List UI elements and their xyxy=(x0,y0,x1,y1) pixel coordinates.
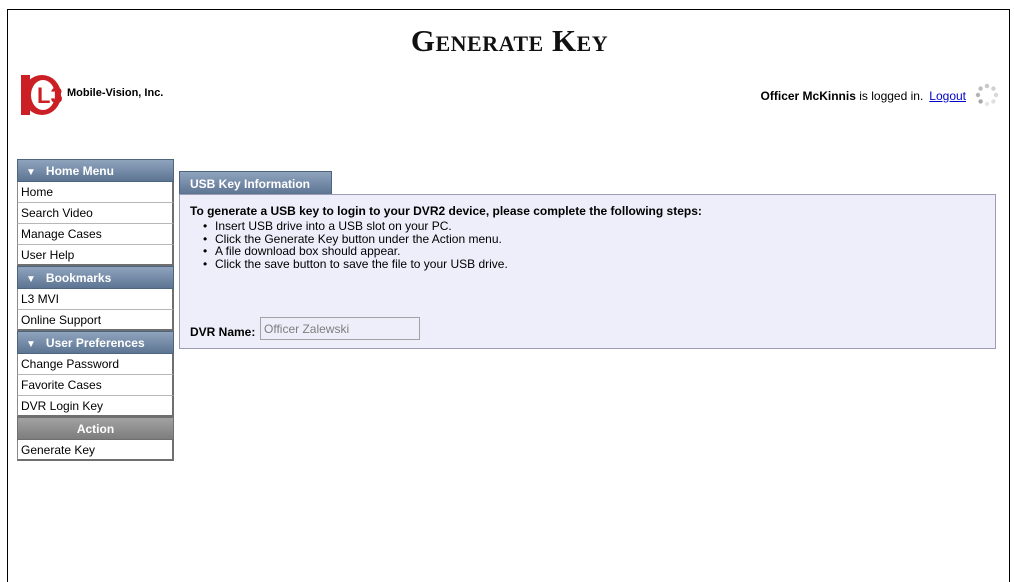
tab-usb-key-information[interactable]: USB Key Information xyxy=(179,171,332,195)
l3-logo-icon: L3 xyxy=(21,75,62,115)
sidebar-item-l3-mvi[interactable]: L3 MVI xyxy=(17,289,174,310)
sidebar: ▼ Home Menu Home Search Video Manage Case… xyxy=(17,159,174,461)
home-menu-header[interactable]: ▼ Home Menu xyxy=(17,159,174,182)
sidebar-item-manage-cases[interactable]: Manage Cases xyxy=(17,224,174,245)
spinner-icon xyxy=(975,83,999,107)
sidebar-item-dvr-login-key[interactable]: DVR Login Key xyxy=(17,396,174,417)
sidebar-item-home[interactable]: Home xyxy=(17,182,174,203)
usb-key-panel: To generate a USB key to login to your D… xyxy=(179,194,996,349)
logged-in-text: is logged in. xyxy=(855,89,924,103)
bookmarks-title: Bookmarks xyxy=(45,271,112,285)
list-item: A file download box should appear. xyxy=(190,245,508,258)
sidebar-item-change-password[interactable]: Change Password xyxy=(17,354,174,375)
dvr-name-field[interactable] xyxy=(260,317,420,340)
login-status: Officer McKinnis is logged in. Logout xyxy=(761,89,966,103)
triangle-down-icon: ▼ xyxy=(26,167,36,178)
sidebar-item-user-help[interactable]: User Help xyxy=(17,245,174,266)
list-item: Click the save button to save the file t… xyxy=(190,257,508,271)
sidebar-item-favorite-cases[interactable]: Favorite Cases xyxy=(17,375,174,396)
steps-list: Insert USB drive into a USB slot on your… xyxy=(190,220,508,270)
company-name: Mobile-Vision, Inc. xyxy=(67,87,164,99)
dvr-name-label: DVR Name: xyxy=(190,325,256,339)
logout-link[interactable]: Logout xyxy=(929,89,966,103)
user-name: Officer McKinnis xyxy=(760,89,856,103)
action-header: Action xyxy=(17,417,174,440)
page-frame: Generate Key L3 Mobile-Vision, Inc. Offi… xyxy=(7,9,1010,582)
list-item: Insert USB drive into a USB slot on your… xyxy=(190,220,508,233)
sidebar-item-search-video[interactable]: Search Video xyxy=(17,203,174,224)
instructions-heading: To generate a USB key to login to your D… xyxy=(190,204,702,218)
triangle-down-icon: ▼ xyxy=(26,274,36,285)
sidebar-item-online-support[interactable]: Online Support xyxy=(17,310,174,331)
page-title: Generate Key xyxy=(410,23,609,58)
bookmarks-header[interactable]: ▼ Bookmarks xyxy=(17,266,174,289)
sidebar-item-generate-key[interactable]: Generate Key xyxy=(17,440,174,461)
logo-text: L3 xyxy=(37,83,62,108)
user-preferences-header[interactable]: ▼ User Preferences xyxy=(17,331,174,354)
triangle-down-icon: ▼ xyxy=(26,339,36,350)
home-menu-title: Home Menu xyxy=(45,164,114,178)
l3-logo: L3 xyxy=(18,73,62,117)
user-preferences-title: User Preferences xyxy=(45,336,145,350)
